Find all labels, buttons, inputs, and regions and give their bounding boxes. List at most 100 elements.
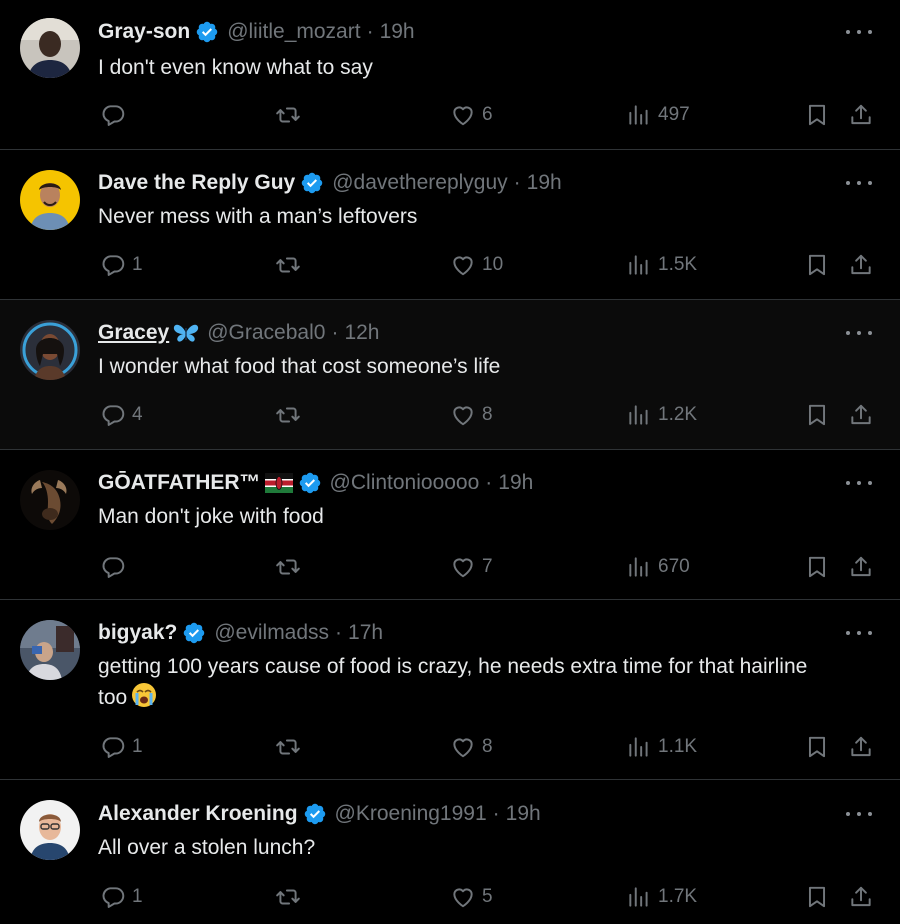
view-count: 1.2K — [658, 404, 698, 425]
bookmark-button[interactable] — [804, 400, 830, 430]
views-button[interactable]: 1.1K — [626, 732, 697, 762]
bookmark-icon — [804, 402, 830, 428]
display-name[interactable]: bigyak? — [98, 621, 177, 645]
views-button[interactable]: 1.2K — [626, 400, 697, 430]
tweet-text: Man don't joke with food — [98, 501, 840, 532]
views-icon — [626, 402, 652, 428]
display-name[interactable]: Alexander Kroening — [98, 802, 298, 826]
avatar[interactable] — [20, 18, 80, 78]
tweet[interactable]: Dave the Reply Guy @davethereplyguy · 19… — [0, 150, 900, 300]
view-count: 670 — [658, 556, 690, 577]
avatar[interactable] — [20, 170, 80, 230]
bookmark-icon — [804, 252, 830, 278]
views-icon — [626, 734, 652, 760]
reply-button[interactable]: 1 — [100, 250, 143, 280]
like-button[interactable]: 6 — [450, 100, 493, 130]
reply-button[interactable] — [100, 100, 132, 130]
views-button[interactable]: 1.5K — [626, 250, 697, 280]
like-button[interactable]: 7 — [450, 552, 493, 582]
retweet-button[interactable] — [275, 100, 301, 130]
bookmark-button[interactable] — [804, 552, 830, 582]
retweet-button[interactable] — [275, 882, 301, 912]
user-handle[interactable]: @evilmadss — [214, 621, 329, 645]
timestamp[interactable]: 19h — [506, 802, 541, 826]
tweet[interactable]: bigyak? @evilmadss · 17h getting 100 yea… — [0, 600, 900, 780]
avatar[interactable] — [20, 620, 80, 680]
share-button[interactable] — [848, 400, 874, 430]
user-handle[interactable]: @liitle_mozart — [227, 20, 360, 44]
share-button[interactable] — [848, 882, 874, 912]
share-button[interactable] — [848, 732, 874, 762]
share-button[interactable] — [848, 552, 874, 582]
reply-button[interactable]: 4 — [100, 400, 143, 430]
like-button[interactable]: 5 — [450, 882, 493, 912]
more-icon[interactable] — [846, 623, 872, 643]
bookmark-button[interactable] — [804, 250, 830, 280]
tweet-header: Dave the Reply Guy @davethereplyguy · 19… — [98, 168, 562, 198]
separator: · — [331, 321, 339, 344]
reply-button[interactable]: 1 — [100, 732, 143, 762]
timestamp[interactable]: 17h — [348, 621, 383, 645]
like-button[interactable]: 10 — [450, 250, 503, 280]
tweet-text: I don't even know what to say — [98, 52, 840, 83]
timestamp[interactable]: 19h — [527, 171, 562, 195]
more-icon[interactable] — [846, 323, 872, 343]
like-count: 10 — [482, 254, 504, 275]
display-name[interactable]: Gracey — [98, 321, 169, 345]
reply-icon — [100, 102, 126, 128]
retweet-button[interactable] — [275, 250, 301, 280]
views-icon — [626, 102, 652, 128]
tweet-header: GŌATFATHER™ @Clintonioo​ooo · 19h — [98, 468, 533, 498]
tweet[interactable]: GŌATFATHER™ @Clintonioo​ooo · 19h Man do… — [0, 450, 900, 600]
avatar[interactable] — [20, 320, 80, 380]
bookmark-icon — [804, 102, 830, 128]
user-handle[interactable]: @Gracebal0 — [207, 321, 325, 345]
verified-badge-icon — [195, 20, 219, 44]
action-bar: 7 670 — [0, 552, 900, 582]
retweet-icon — [275, 402, 301, 428]
display-name[interactable]: Gray-son — [98, 20, 190, 44]
verified-badge-icon — [303, 802, 327, 826]
user-handle[interactable]: @Kroening1991 — [335, 802, 487, 826]
more-icon[interactable] — [846, 473, 872, 493]
more-icon[interactable] — [846, 173, 872, 193]
share-button[interactable] — [848, 100, 874, 130]
heart-icon — [450, 102, 476, 128]
tweet[interactable]: Gracey @Gracebal0 · 12h I wonder what fo… — [0, 300, 900, 450]
more-icon[interactable] — [846, 22, 872, 42]
timestamp[interactable]: 19h — [498, 471, 533, 495]
tweet[interactable]: Gray-son @liitle_mozart · 19h I don't ev… — [0, 0, 900, 150]
more-icon[interactable] — [846, 804, 872, 824]
like-button[interactable]: 8 — [450, 400, 493, 430]
avatar[interactable] — [20, 800, 80, 860]
retweet-button[interactable] — [275, 552, 301, 582]
timestamp[interactable]: 12h — [344, 321, 379, 345]
user-handle[interactable]: @Clintonioo​ooo — [330, 471, 480, 495]
bookmark-button[interactable] — [804, 100, 830, 130]
tweet-header: bigyak? @evilmadss · 17h — [98, 618, 383, 648]
reply-button[interactable] — [100, 552, 132, 582]
tweet-text: I wonder what food that cost someone’s l… — [98, 351, 840, 382]
views-button[interactable]: 497 — [626, 100, 690, 130]
verified-badge-icon — [298, 471, 322, 495]
bookmark-button[interactable] — [804, 882, 830, 912]
action-bar: 4 8 1.2K — [0, 400, 900, 430]
display-name[interactable]: GŌATFATHER™ — [98, 471, 261, 495]
timestamp[interactable]: 19h — [380, 20, 415, 44]
user-handle[interactable]: @davethereplyguy — [332, 171, 507, 195]
views-button[interactable]: 670 — [626, 552, 690, 582]
tweet[interactable]: Alexander Kroening @Kroening1991 · 19h A… — [0, 780, 900, 924]
retweet-button[interactable] — [275, 732, 301, 762]
tweet-text-content: All over a stolen lunch? — [98, 836, 316, 859]
bookmark-button[interactable] — [804, 732, 830, 762]
avatar[interactable] — [20, 470, 80, 530]
reply-button[interactable]: 1 — [100, 882, 143, 912]
retweet-button[interactable] — [275, 400, 301, 430]
retweet-icon — [275, 102, 301, 128]
share-icon — [848, 102, 874, 128]
like-button[interactable]: 8 — [450, 732, 493, 762]
like-count: 7 — [482, 556, 493, 577]
display-name[interactable]: Dave the Reply Guy — [98, 171, 295, 195]
share-button[interactable] — [848, 250, 874, 280]
views-button[interactable]: 1.7K — [626, 882, 697, 912]
